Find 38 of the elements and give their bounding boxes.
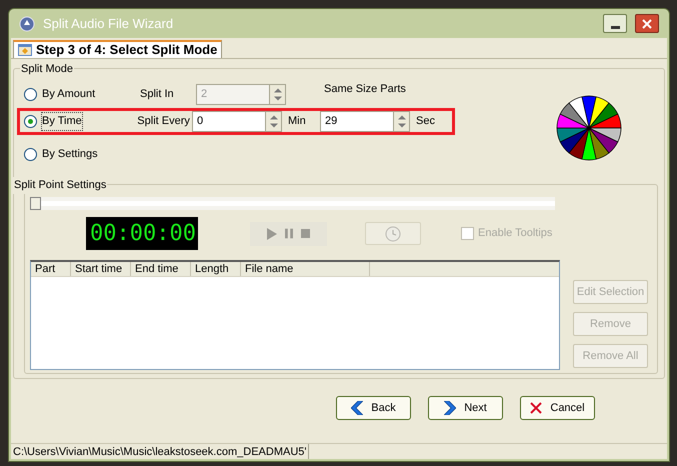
color-wheel-icon xyxy=(556,95,622,161)
group-title: Split Mode xyxy=(20,61,74,78)
wizard-button[interactable]: Back xyxy=(336,396,411,420)
close-icon xyxy=(642,18,652,28)
wizard-button[interactable]: Cancel xyxy=(520,396,595,420)
close-button[interactable] xyxy=(635,14,659,33)
number-field[interactable]: 0 xyxy=(192,111,282,132)
tab[interactable]: Step 3 of 4: Select Split Mode xyxy=(13,40,222,58)
unit-label: Sec xyxy=(415,114,436,130)
mode-note: Same Size Parts xyxy=(324,82,406,97)
left-chevron-icon xyxy=(351,401,364,415)
field-label: Split In xyxy=(140,87,175,102)
column-header[interactable]: Start time xyxy=(71,262,131,276)
slider-thumb[interactable] xyxy=(30,197,41,210)
minimize-button[interactable] xyxy=(603,14,627,33)
wizard-button[interactable]: Next xyxy=(428,396,503,420)
window-title: Split Audio File Wizard xyxy=(43,14,174,33)
radio-button[interactable]: By Time xyxy=(24,113,138,130)
column-header[interactable]: Length xyxy=(191,262,241,276)
time-display: 00:00:00 xyxy=(86,217,198,250)
field-label: Split Every xyxy=(137,114,191,130)
unit-label: Min xyxy=(287,114,307,130)
number-field[interactable]: 29 xyxy=(320,111,410,132)
column-header[interactable]: Part xyxy=(31,262,71,276)
column-header[interactable]: File name xyxy=(241,262,370,276)
wizard-icon xyxy=(18,44,32,56)
column-header[interactable]: End time xyxy=(131,262,191,276)
clock-icon xyxy=(385,226,401,242)
radio-button[interactable]: By Amount xyxy=(24,86,140,103)
group-title: Split Point Settings xyxy=(13,177,108,194)
spinner-arrows-icon[interactable] xyxy=(265,112,281,131)
app-icon xyxy=(19,16,35,32)
radio-button[interactable]: By Settings xyxy=(24,146,140,163)
close-icon xyxy=(530,402,542,414)
position-slider[interactable] xyxy=(30,197,555,210)
spinner-arrows-icon[interactable] xyxy=(393,112,409,131)
status-bar-text: C:\Users\Vivian\Music\Music\leakstoseek.com_DEADMAU5' xyxy=(11,444,310,459)
right-chevron-icon xyxy=(444,401,456,415)
